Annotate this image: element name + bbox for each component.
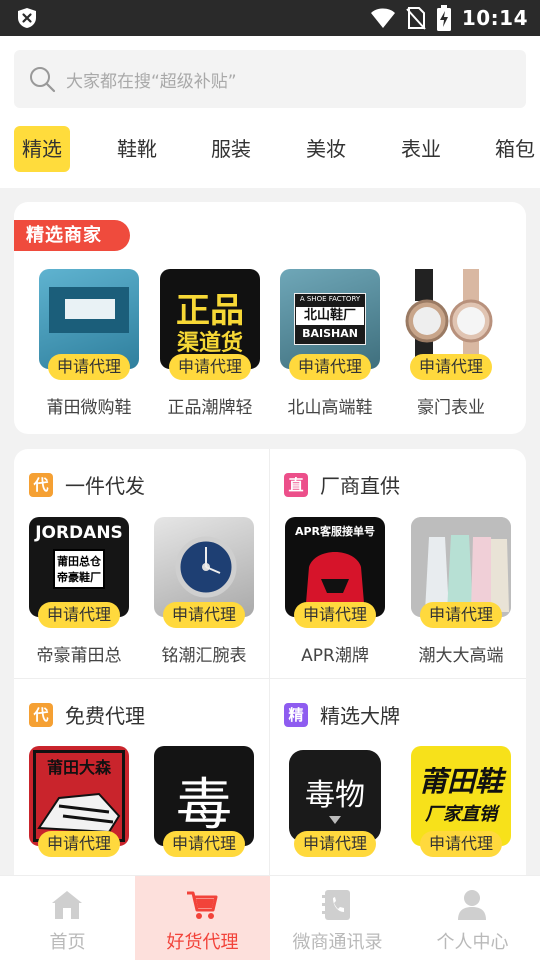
apply-agent-button[interactable]: 申请代理 bbox=[169, 354, 251, 380]
wifi-icon bbox=[370, 8, 395, 28]
apply-agent-button[interactable]: 申请代理 bbox=[289, 354, 371, 380]
section-header[interactable]: 代 一件代发 bbox=[29, 470, 145, 499]
section-title: 精选大牌 bbox=[320, 704, 400, 728]
merchant-name: 潮大大高端 bbox=[418, 646, 504, 666]
section-title: 一件代发 bbox=[65, 474, 145, 498]
section-header[interactable]: 精 精选大牌 bbox=[284, 700, 400, 729]
section-badge-icon: 精 bbox=[284, 702, 308, 727]
status-bar: 10:14 bbox=[0, 0, 540, 36]
category-tabs: 精选 鞋靴 服装 美妆 表业 箱包 bbox=[0, 126, 540, 174]
cart-icon bbox=[187, 891, 218, 919]
battery-charging-icon bbox=[436, 5, 451, 31]
merchant-name: 莆田微购鞋 bbox=[46, 398, 132, 418]
bottom-navigation: 首页 好货代理 微商通讯录 个人中心 bbox=[0, 875, 540, 960]
nav-contacts[interactable]: 微商通讯录 bbox=[270, 876, 405, 960]
section-badge-icon: 代 bbox=[29, 472, 53, 497]
no-sim-icon bbox=[406, 7, 426, 30]
section-header[interactable]: 代 免费代理 bbox=[29, 700, 145, 729]
nav-label: 个人中心 bbox=[436, 932, 509, 953]
person-icon bbox=[458, 890, 486, 920]
section-badge-icon: 直 bbox=[284, 472, 308, 497]
search-placeholder: 大家都在搜“超级补贴” bbox=[66, 72, 237, 92]
tab-beauty[interactable]: 美妆 bbox=[306, 126, 346, 172]
apply-agent-button[interactable]: 申请代理 bbox=[420, 602, 502, 628]
tab-watches[interactable]: 表业 bbox=[401, 126, 441, 172]
featured-title: 精选商家 bbox=[14, 220, 130, 251]
apply-agent-button[interactable]: 申请代理 bbox=[163, 602, 245, 628]
merchant-name: 帝豪莆田总 bbox=[36, 646, 122, 666]
nav-label: 好货代理 bbox=[166, 932, 239, 953]
tab-clothing[interactable]: 服装 bbox=[211, 126, 251, 172]
section-title: 厂商直供 bbox=[320, 474, 400, 498]
section-header[interactable]: 直 厂商直供 bbox=[284, 470, 400, 499]
status-time: 10:14 bbox=[461, 6, 528, 30]
nav-label: 微商通讯录 bbox=[292, 932, 383, 953]
apply-agent-button[interactable]: 申请代理 bbox=[163, 831, 245, 857]
tab-shoes[interactable]: 鞋靴 bbox=[117, 126, 157, 172]
nav-profile[interactable]: 个人中心 bbox=[405, 876, 540, 960]
apply-agent-button[interactable]: 申请代理 bbox=[294, 831, 376, 857]
nav-home[interactable]: 首页 bbox=[0, 876, 135, 960]
apply-agent-button[interactable]: 申请代理 bbox=[294, 602, 376, 628]
tab-bags[interactable]: 箱包 bbox=[495, 126, 535, 172]
search-bar[interactable]: 大家都在搜“超级补贴” bbox=[14, 50, 526, 108]
contacts-book-icon bbox=[322, 890, 350, 920]
tab-selected[interactable]: 精选 bbox=[14, 126, 70, 172]
nav-label: 首页 bbox=[49, 932, 86, 953]
merchant-name: 铭潮汇腕表 bbox=[161, 646, 247, 666]
apply-agent-button[interactable]: 申请代理 bbox=[420, 831, 502, 857]
home-icon bbox=[52, 891, 82, 919]
apply-agent-button[interactable]: 申请代理 bbox=[38, 831, 120, 857]
shield-close-icon bbox=[18, 8, 36, 28]
merchant-name: 北山高端鞋 bbox=[287, 398, 373, 418]
merchant-name: 正品潮牌轻 bbox=[167, 398, 253, 418]
apply-agent-button[interactable]: 申请代理 bbox=[38, 602, 120, 628]
apply-agent-button[interactable]: 申请代理 bbox=[410, 354, 492, 380]
apply-agent-button[interactable]: 申请代理 bbox=[48, 354, 130, 380]
section-title: 免费代理 bbox=[65, 704, 145, 728]
grid-divider-vertical bbox=[269, 449, 270, 879]
search-icon bbox=[30, 67, 56, 93]
grid-divider-horizontal bbox=[14, 678, 526, 679]
section-badge-icon: 代 bbox=[29, 702, 53, 727]
merchant-name: APR潮牌 bbox=[301, 646, 369, 666]
merchant-name: 豪门表业 bbox=[417, 398, 485, 418]
nav-quality-agent[interactable]: 好货代理 bbox=[135, 876, 270, 960]
